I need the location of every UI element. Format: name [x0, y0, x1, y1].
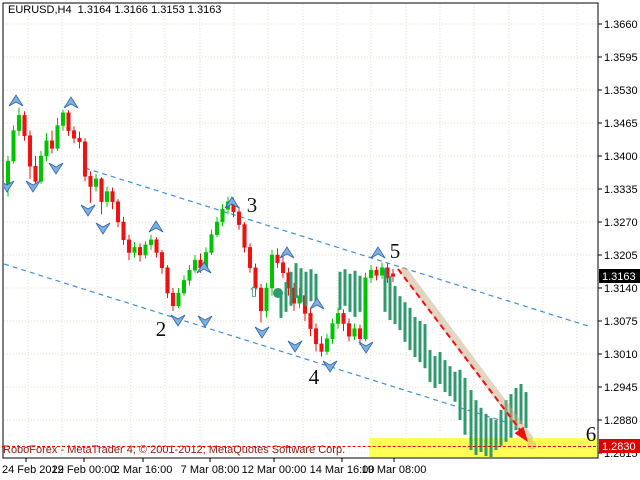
dot-marker	[273, 288, 283, 298]
wave-label: 4	[309, 365, 320, 389]
forecast-bar	[454, 372, 457, 402]
price-chart-canvas[interactable]: ⇧ 2 3 4 5 6 1.3660 1.3595 1.3530 1.3465 1.3400 1.33…	[0, 0, 640, 480]
forecast-bar	[459, 370, 462, 420]
forecast-bar	[500, 410, 503, 446]
current-price-value: 1.3163	[602, 271, 636, 283]
forecast-bar	[384, 268, 387, 312]
forecast-bar	[439, 352, 442, 384]
target-zone	[369, 438, 597, 457]
forecast-bar	[414, 317, 417, 357]
candle	[12, 126, 16, 164]
price-tick-label: 1.3530	[604, 85, 638, 97]
forecast-bar	[354, 271, 357, 317]
price-tick-label: 1.2945	[604, 382, 638, 394]
time-tick-label: 29 Feb 00:00	[52, 464, 117, 476]
candle	[39, 151, 43, 184]
time-tick-label: 19 Mar 08:00	[362, 464, 427, 476]
forecast-bar	[344, 269, 347, 306]
price-tick-label: 1.3595	[604, 52, 638, 64]
forecast-bar	[389, 276, 392, 320]
price-tick-label: 1.3140	[604, 283, 638, 295]
chart-title: EURUSD,H4 1.3164 1.3166 1.3153 1.3163	[8, 4, 221, 16]
forecast-bar	[300, 268, 303, 302]
forecast-bar	[429, 350, 432, 382]
wave-label: 5	[390, 239, 401, 263]
price-tick-label: 1.3010	[604, 349, 638, 361]
price-tick-label: 1.3335	[604, 184, 638, 196]
time-tick-label: 2 Mar 16:00	[114, 464, 173, 476]
forecast-bar	[424, 324, 427, 368]
forecast-bar	[285, 282, 288, 312]
forecast-bar	[449, 366, 452, 396]
entry-arrow-icon: ⇧	[248, 283, 261, 301]
forecast-bar	[394, 286, 397, 324]
forecast-bar	[490, 418, 493, 457]
forecast-bar	[485, 414, 488, 456]
plot-frame	[3, 3, 598, 458]
forecast-bar	[399, 296, 402, 330]
price-tick-label: 1.2880	[604, 415, 638, 427]
mt4-chart-window: ⇧ 2 3 4 5 6 1.3660 1.3595 1.3530 1.3465 1.3400 1.33…	[0, 0, 640, 480]
forecast-bar	[339, 272, 342, 310]
target-price-value: 1.2830	[602, 441, 636, 453]
wave-label: 3	[247, 193, 258, 217]
wave-label: 6	[586, 422, 597, 446]
forecast-bar	[434, 356, 437, 388]
target-price-line	[2, 446, 596, 447]
candle	[83, 138, 87, 181]
forecast-bar	[295, 263, 298, 298]
candle	[166, 265, 170, 298]
forecast-bar	[444, 360, 447, 392]
forecast-bar	[520, 384, 523, 424]
forecast-bar	[349, 274, 352, 312]
forecast-bar	[470, 390, 473, 450]
forecast-bar	[419, 321, 422, 362]
forecast-bar	[464, 378, 467, 435]
price-tick-label: 1.3660	[604, 19, 638, 31]
price-tick-label: 1.3465	[604, 118, 638, 130]
price-tick-label: 1.3270	[604, 217, 638, 229]
forecast-bar	[305, 272, 308, 306]
forecast-bar	[404, 302, 407, 342]
price-tick-label: 1.3205	[604, 250, 638, 262]
time-tick-label: 7 Mar 08:00	[181, 464, 240, 476]
forecast-bar	[290, 272, 293, 306]
price-tick-label: 1.3075	[604, 316, 638, 328]
candle	[364, 273, 368, 342]
forecast-bar	[359, 276, 362, 312]
forecast-bar	[409, 308, 412, 350]
forecast-bar	[525, 392, 528, 428]
time-tick-label: 12 Mar 00:00	[242, 464, 307, 476]
forecast-bar	[310, 269, 313, 301]
price-tick-label: 1.3400	[604, 151, 638, 163]
wave-label: 2	[156, 317, 167, 341]
